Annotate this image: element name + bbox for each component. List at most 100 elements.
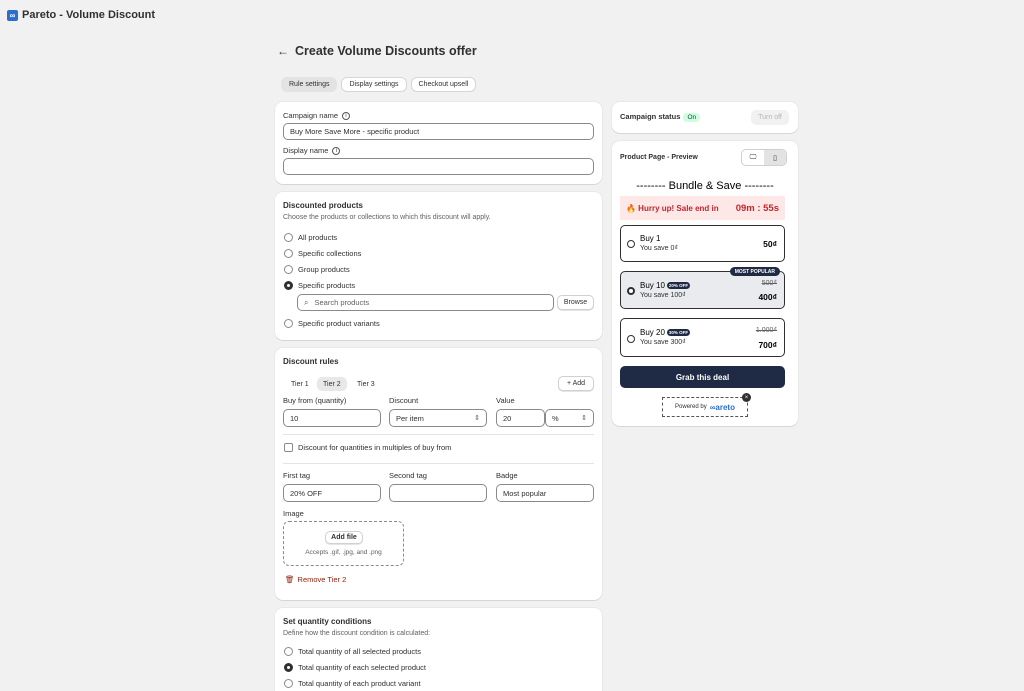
device-toggle: 🖵 ▯ [741,149,787,166]
radio-specific-products[interactable]: Specific products [284,281,355,290]
radio-icon[interactable] [284,319,293,328]
discounted-products-title: Discounted products [283,201,364,210]
campaign-card: Campaign name i Buy More Save More - spec… [275,102,602,184]
preview-label: Product Page - Preview [620,154,698,161]
quantity-conditions-title: Set quantity conditions [283,617,372,626]
quantity-conditions-card: Set quantity conditions Define how the d… [275,608,602,691]
app-logo-icon: ∞ [7,9,18,21]
page-header: ← Create Volume Discounts offer [277,44,477,58]
tab-rule-settings[interactable]: Rule settings [281,77,338,92]
radio-specific-collections[interactable]: Specific collections [284,249,361,258]
value-input[interactable]: 20 [496,409,545,427]
hurry-text: 🔥 Hurry up! Sale end in [626,203,719,213]
unit-select[interactable]: % ⇕ [545,409,594,427]
tier-price: 400₫ [758,292,777,302]
tier-savings: You save 0₫ [640,245,678,252]
search-products-input[interactable]: ⌕ Search products [297,294,554,311]
page-title: Create Volume Discounts offer [295,44,477,58]
discount-type-select[interactable]: Per item ⇕ [389,409,487,427]
status-badge: On [683,113,701,122]
trash-icon: 🗑 [285,575,295,584]
radio-icon[interactable] [284,249,293,258]
campaign-status-card: Campaign status On Turn off [612,102,798,133]
tier-name: Buy 20 30% OFF [640,328,691,337]
discounted-products-card: Discounted products Choose the products … [275,192,602,340]
preview-tier-buy-20[interactable]: Buy 20 30% OFF You save 300₫ 1.000₫ 700₫ [620,318,785,357]
radio-icon[interactable] [627,287,635,295]
multiples-checkbox-row[interactable]: Discount for quantities in multiples of … [284,443,451,452]
radio-total-each-variant[interactable]: Total quantity of each product variant [284,679,421,688]
radio-total-all-products[interactable]: Total quantity of all selected products [284,647,421,656]
settings-tabs: Rule settings Display settings Checkout … [281,77,477,92]
mobile-icon[interactable]: ▯ [764,150,786,165]
tier-price: 50₫ [763,239,777,249]
radio-icon[interactable] [284,663,293,672]
tab-display-settings[interactable]: Display settings [341,77,407,92]
campaign-name-input[interactable]: Buy More Save More - specific product [283,123,594,140]
checkbox-icon[interactable] [284,443,293,452]
turn-off-button[interactable]: Turn off [751,110,789,125]
campaign-name-label: Campaign name i [283,111,351,121]
buy-from-input[interactable]: 10 [283,409,381,427]
info-icon[interactable]: i [332,147,341,156]
badge-input[interactable]: Most popular [496,484,594,502]
display-name-input[interactable] [283,158,594,175]
radio-icon[interactable] [284,265,293,274]
radio-group-products[interactable]: Group products [284,265,350,274]
preview-card: Product Page - Preview 🖵 ▯ -------- Bund… [612,141,798,426]
tier-savings: You save 300₫ [640,339,686,346]
tab-checkout-upsell[interactable]: Checkout upsell [410,77,477,92]
second-tag-input[interactable] [389,484,487,502]
radio-icon[interactable] [284,281,293,290]
first-tag-label: First tag [283,471,311,480]
pareto-logo: ∞areto [709,402,735,412]
discount-pill: 30% OFF [666,329,691,337]
radio-icon[interactable] [284,233,293,242]
badge-label: Badge [496,471,518,480]
value-label: Value [496,396,515,405]
grab-deal-button[interactable]: Grab this deal [620,366,785,388]
image-dropzone[interactable]: Add file Accepts .gif, .jpg, and .png [283,521,404,566]
discount-label: Discount [389,396,419,405]
app-title: Pareto - Volume Discount [22,9,156,21]
radio-icon[interactable] [284,647,293,656]
remove-tier-link[interactable]: 🗑 Remove Tier 2 [285,575,346,584]
add-file-button[interactable]: Add file [325,531,363,544]
radio-icon[interactable] [627,335,635,343]
first-tag-input[interactable]: 20% OFF [283,484,381,502]
tier-price: 700₫ [758,340,777,350]
preview-tier-buy-10[interactable]: MOST POPULAR Buy 10 20% OFF You save 100₫… [620,267,785,309]
discount-rules-title: Discount rules [283,357,339,366]
radio-icon[interactable] [284,679,293,688]
radio-total-each-product[interactable]: Total quantity of each selected product [284,663,426,672]
divider [283,463,594,464]
campaign-status-label: Campaign status On [620,112,701,122]
add-tier-button[interactable]: + Add [558,376,594,391]
tab-tier-2[interactable]: Tier 2 [317,377,347,391]
most-popular-badge: MOST POPULAR [729,267,780,276]
select-arrows-icon: ⇕ [581,415,587,422]
back-arrow-icon[interactable]: ← [277,44,289,58]
countdown-timer: 09m : 55s [735,202,779,214]
tier-name: Buy 10 20% OFF [640,281,691,290]
discount-rules-card: Discount rules Tier 1 Tier 2 Tier 3 + Ad… [275,348,602,600]
tab-tier-3[interactable]: Tier 3 [351,377,381,391]
tier-savings: You save 100₫ [640,292,686,299]
info-icon[interactable]: i [342,112,351,121]
bundle-title: -------- Bundle & Save -------- [636,180,774,192]
discounted-products-description: Choose the products or collections to wh… [283,214,491,221]
image-label: Image [283,509,304,518]
close-icon[interactable]: × [742,393,751,402]
discount-pill: 20% OFF [666,282,691,290]
tab-tier-1[interactable]: Tier 1 [285,377,315,391]
countdown-banner: 🔥 Hurry up! Sale end in 09m : 55s [620,196,785,220]
divider [283,434,594,435]
preview-tier-buy-1[interactable]: Buy 1 You save 0₫ 50₫ [620,225,785,262]
radio-all-products[interactable]: All products [284,233,337,242]
browse-button[interactable]: Browse [557,295,594,310]
powered-by-badge: Powered by ∞areto × [662,393,751,417]
desktop-icon[interactable]: 🖵 [742,150,764,165]
second-tag-label: Second tag [389,471,427,480]
radio-specific-product-variants[interactable]: Specific product variants [284,319,380,328]
radio-icon[interactable] [627,240,635,248]
